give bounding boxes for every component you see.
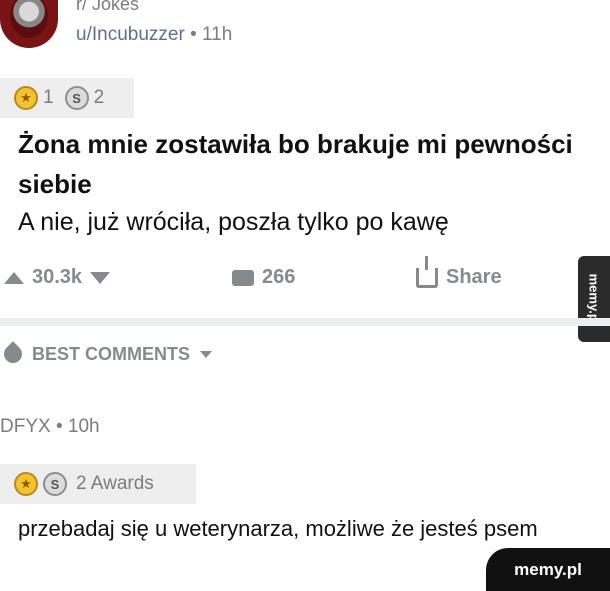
upvote-icon[interactable] xyxy=(4,271,24,284)
post-awards[interactable]: ★ 1 S 2 xyxy=(0,78,134,118)
gold-award-icon: ★ xyxy=(14,472,38,496)
comment-count: 266 xyxy=(262,266,296,288)
watermark-corner: memy.pl xyxy=(486,548,610,591)
comment-icon xyxy=(232,269,254,286)
comment-author-line: DFYX • 10h xyxy=(0,416,100,438)
downvote-icon[interactable] xyxy=(90,271,111,284)
post-title[interactable]: Żona mnie zostawiła bo brakuje mi pewnoś… xyxy=(18,124,578,204)
post-body: A nie, już wróciła, poszła tylko po kawę xyxy=(18,208,449,236)
comment-awards-label: 2 Awards xyxy=(76,473,154,494)
gold-award-icon: ★ xyxy=(14,86,38,110)
post-age: 11h xyxy=(202,24,233,45)
section-divider xyxy=(0,318,610,326)
rocket-icon xyxy=(0,341,26,367)
upvote-count: 30.3k xyxy=(32,266,83,288)
meta-separator: • xyxy=(190,24,197,45)
watermark-side: memy.pl xyxy=(578,256,610,342)
comments-button[interactable]: 266 xyxy=(232,266,295,289)
silver-award-count: 2 xyxy=(93,87,105,108)
comment-author[interactable]: DFYX xyxy=(0,416,51,437)
post-action-bar: 30.3k 266 Share xyxy=(0,255,580,298)
silver-award-icon: S xyxy=(43,472,67,496)
chevron-down-icon xyxy=(200,350,213,358)
comment-age: 10h xyxy=(67,416,100,437)
gold-award-count: 1 xyxy=(43,87,54,108)
share-label: Share xyxy=(446,266,502,288)
subreddit-name[interactable]: r/ Jokes xyxy=(76,0,139,15)
silver-award-icon: S xyxy=(64,86,89,110)
comment-body: przebadaj się u weterynarza, możliwe że … xyxy=(18,516,538,541)
comment-sort-dropdown[interactable]: BEST COMMENTS xyxy=(0,340,213,368)
avatar-image xyxy=(10,0,48,38)
watermark-corner-text: memy.pl xyxy=(514,559,582,579)
share-icon xyxy=(416,255,438,288)
post-author-line: u/Incubuzzer • 11h xyxy=(76,24,232,46)
meta-separator: • xyxy=(55,416,63,437)
vote-group: 30.3k xyxy=(4,266,111,289)
post-author[interactable]: u/Incubuzzer xyxy=(76,24,185,45)
share-button[interactable]: Share xyxy=(416,255,502,289)
comment-sort-label: BEST COMMENTS xyxy=(32,343,191,364)
comment-awards[interactable]: ★ S 2 Awards xyxy=(0,464,196,504)
avatar[interactable] xyxy=(0,0,58,48)
